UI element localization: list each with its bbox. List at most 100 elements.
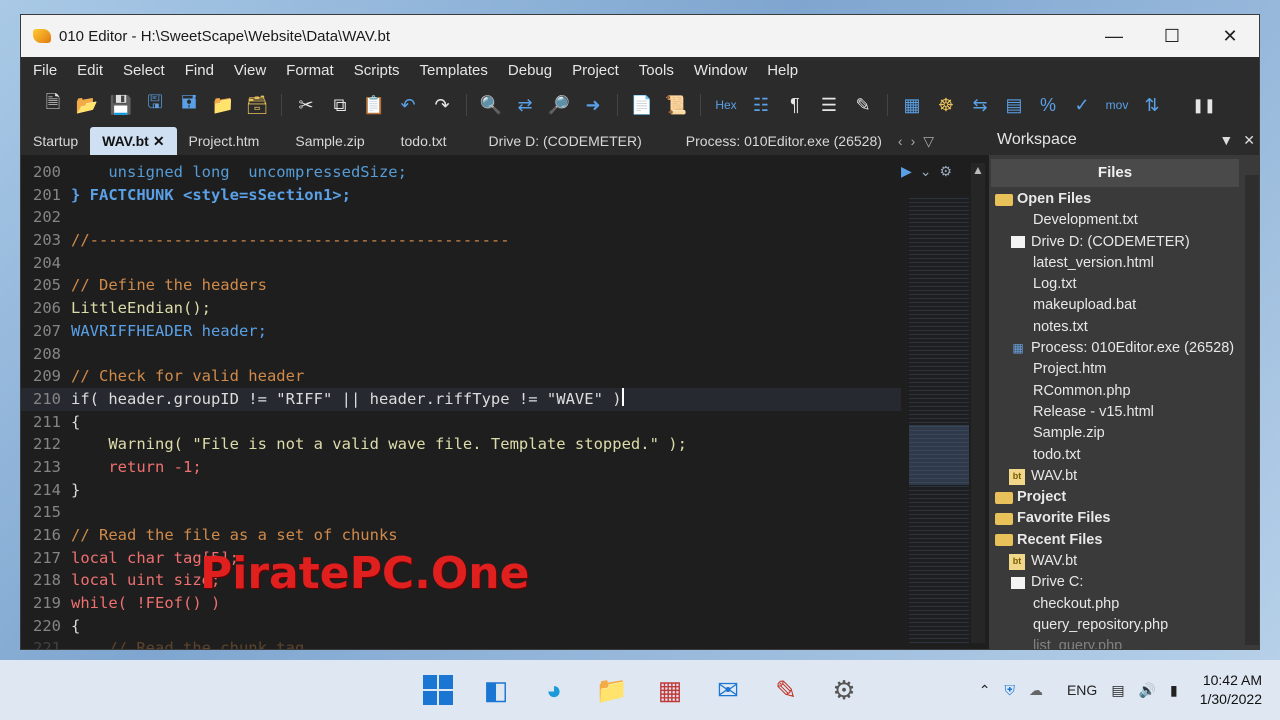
tree-item[interactable]: ▦ Process: 010Editor.exe (26528) (989, 338, 1259, 359)
tree-group-recent-files[interactable]: Recent Files (989, 530, 1259, 551)
tab-sample-zip[interactable]: Sample.zip (271, 127, 388, 155)
start-icon[interactable] (418, 670, 458, 710)
cut-icon[interactable]: ✂ (290, 89, 322, 121)
calculator-icon[interactable]: ▦ (896, 89, 928, 121)
undo-icon[interactable]: ↶ (392, 89, 424, 121)
mail-icon[interactable]: ✉ (708, 670, 748, 710)
editor-scrollbar[interactable]: ▲ (971, 163, 985, 643)
file-explorer-icon[interactable]: 📁 (592, 670, 632, 710)
tree-item[interactable]: Drive C: (989, 572, 1259, 593)
percent-icon[interactable]: % (1032, 89, 1064, 121)
save-icon[interactable]: 💾 (105, 89, 137, 121)
tree-item[interactable]: Log.txt (989, 274, 1259, 295)
workspace-close-icon[interactable]: ✕ (1243, 132, 1255, 149)
histogram-icon[interactable]: ▤ (998, 89, 1030, 121)
tree-item[interactable]: makeupload.bat (989, 295, 1259, 316)
line-width-icon[interactable]: ☰ (813, 89, 845, 121)
save-all-icon[interactable]: 🖬 (173, 89, 205, 121)
language-indicator[interactable]: ENG (1067, 682, 1097, 698)
tab-wav-bt[interactable]: WAV.bt ✕ (90, 127, 177, 155)
workspace-menu-icon[interactable]: ▼ (1219, 132, 1233, 149)
menu-debug[interactable]: Debug (498, 57, 562, 85)
inspector-icon[interactable]: ☸ (930, 89, 962, 121)
tab-todo-txt[interactable]: todo.txt (389, 127, 477, 155)
cloud-icon[interactable]: ☁ (1029, 682, 1043, 699)
battery-icon[interactable]: ▮ (1170, 682, 1178, 699)
pause-icon[interactable]: ❚❚ (1188, 89, 1220, 121)
menu-find[interactable]: Find (175, 57, 224, 85)
template-icon[interactable]: 📜 (660, 89, 692, 121)
hex-mode-button[interactable]: Hex (709, 89, 743, 121)
new-file-icon[interactable]: 🗎 (37, 89, 69, 121)
paste-icon[interactable]: 📋 (358, 89, 390, 121)
tab-project-htm[interactable]: Project.htm (177, 127, 272, 155)
menu-file[interactable]: File (23, 57, 67, 85)
menu-templates[interactable]: Templates (410, 57, 498, 85)
base-converter-icon[interactable]: ⇅ (1136, 89, 1168, 121)
widgets-icon[interactable]: ◧ (476, 670, 516, 710)
clock[interactable]: 10:42 AM 1/30/2022 (1200, 671, 1262, 709)
menu-select[interactable]: Select (113, 57, 175, 85)
menu-help[interactable]: Help (757, 57, 808, 85)
tree-item[interactable]: Release - v15.html (989, 402, 1259, 423)
redo-icon[interactable]: ↷ (426, 89, 458, 121)
tree-group-project[interactable]: Project (989, 487, 1259, 508)
tree-item[interactable]: Development.txt (989, 210, 1259, 231)
tree-item[interactable]: list_query.php (989, 636, 1259, 649)
tab-left-icon[interactable]: ‹ (894, 127, 907, 155)
settings-icon[interactable]: ⚙ (824, 670, 864, 710)
maximize-button[interactable]: ☐ (1143, 15, 1201, 57)
scroll-up-icon[interactable]: ▲ (971, 163, 985, 177)
compare-icon[interactable]: ⇆ (964, 89, 996, 121)
store-icon[interactable]: ▦ (650, 670, 690, 710)
checksum-icon[interactable]: ✓ (1066, 89, 1098, 121)
tree-item[interactable]: Drive D: (CODEMETER) (989, 232, 1259, 253)
columns-icon[interactable]: ☷ (745, 89, 777, 121)
open-folder-icon[interactable]: 📁 (207, 89, 239, 121)
close-tab-icon[interactable]: ✕ (153, 133, 165, 149)
find-in-files-icon[interactable]: 🔎 (543, 89, 575, 121)
menu-view[interactable]: View (224, 57, 276, 85)
tab-right-icon[interactable]: › (907, 127, 920, 155)
goto-icon[interactable]: ➜ (577, 89, 609, 121)
save-as-icon[interactable]: 🖫 (139, 89, 171, 121)
pilcrow-icon[interactable]: ¶ (779, 89, 811, 121)
dropdown-icon[interactable]: ⌄ (920, 163, 932, 180)
editor-app-icon[interactable]: ✎ (766, 670, 806, 710)
copy-icon[interactable]: ⧉ (324, 89, 356, 121)
replace-icon[interactable]: ⇄ (509, 89, 541, 121)
options-icon[interactable]: ⚙ (940, 163, 953, 180)
tree-item[interactable]: todo.txt (989, 445, 1259, 466)
tab-process[interactable]: Process: 010Editor.exe (26528) (680, 127, 894, 155)
tree-item[interactable]: Sample.zip (989, 423, 1259, 444)
menu-edit[interactable]: Edit (67, 57, 113, 85)
volume-icon[interactable]: 🔊 (1139, 682, 1156, 699)
menu-format[interactable]: Format (276, 57, 344, 85)
tree-item[interactable]: bt WAV.bt (989, 466, 1259, 487)
highlight-icon[interactable]: ✎ (847, 89, 879, 121)
workspace-scrollbar[interactable] (1245, 175, 1259, 645)
workspace-icon[interactable]: 🗃 (241, 89, 273, 121)
close-button[interactable]: ✕ (1201, 15, 1259, 57)
find-icon[interactable]: 🔍 (475, 89, 507, 121)
tree-item[interactable]: Project.htm (989, 359, 1259, 380)
minimap-viewport[interactable] (909, 425, 969, 485)
menu-window[interactable]: Window (684, 57, 757, 85)
tree-item[interactable]: bt WAV.bt (989, 551, 1259, 572)
tree-group-favorite-files[interactable]: Favorite Files (989, 508, 1259, 529)
minimap[interactable] (909, 195, 969, 645)
tab-drive-d[interactable]: Drive D: (CODEMETER) (477, 127, 680, 155)
security-icon[interactable]: ⛨ (1004, 682, 1015, 699)
tree-item[interactable]: notes.txt (989, 317, 1259, 338)
tree-item[interactable]: query_repository.php (989, 615, 1259, 636)
text-view-icon[interactable]: 📄 (626, 89, 658, 121)
menu-tools[interactable]: Tools (629, 57, 684, 85)
open-file-icon[interactable]: 📂 (71, 89, 103, 121)
tab-startup[interactable]: Startup (21, 127, 90, 155)
chevron-up-icon[interactable]: ⌃ (979, 682, 991, 699)
tree-item[interactable]: checkout.php (989, 594, 1259, 615)
minimize-button[interactable]: — (1085, 15, 1143, 57)
tree-item[interactable]: latest_version.html (989, 253, 1259, 274)
tab-list-icon[interactable]: ▽ (919, 127, 938, 155)
disassembler-button[interactable]: mov (1100, 89, 1134, 121)
